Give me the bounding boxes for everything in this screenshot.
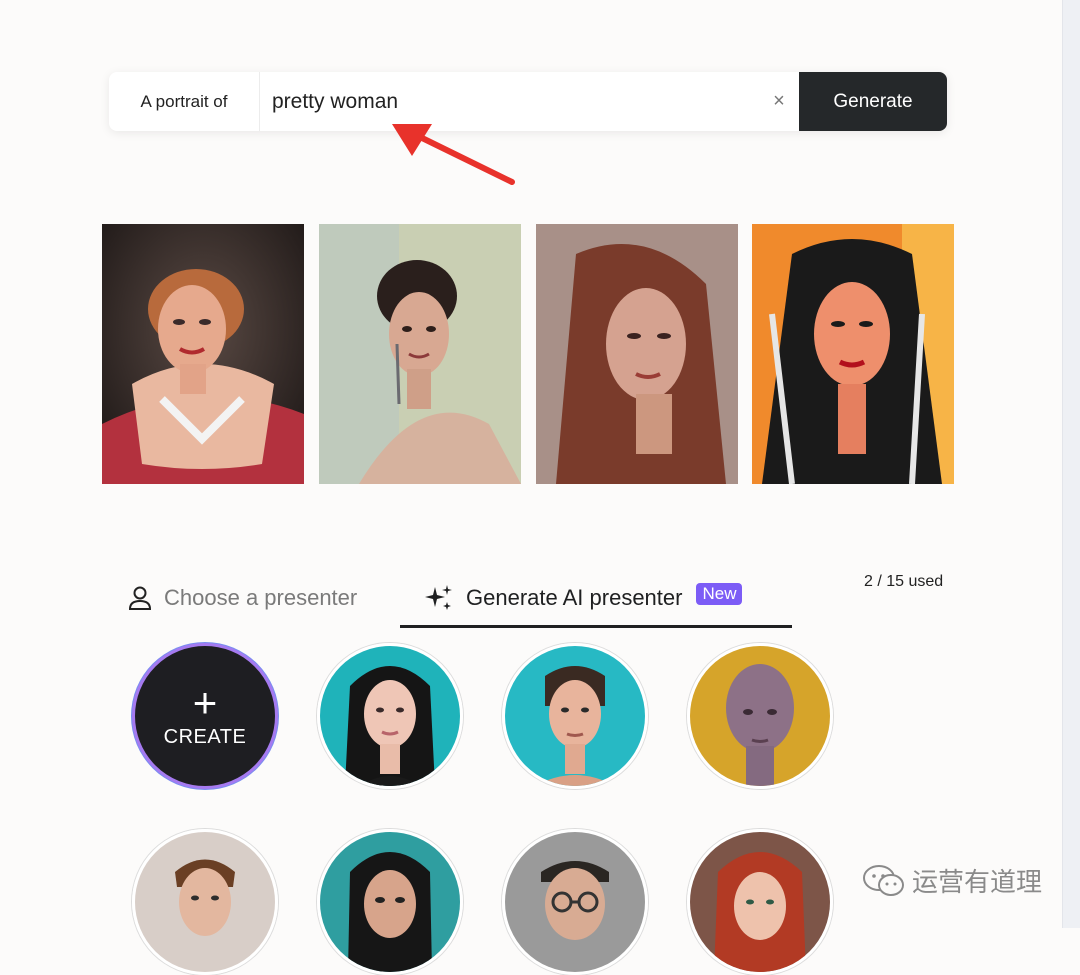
prompt-search-bar: A portrait of × Generate	[109, 72, 947, 131]
new-badge: New	[696, 583, 743, 605]
usage-count: 2 / 15 used	[864, 573, 944, 590]
presenter-avatar-4[interactable]	[132, 829, 278, 975]
tab-choose-presenter[interactable]: Choose a presenter	[128, 578, 357, 618]
prompt-prefix-label: A portrait of	[109, 72, 260, 131]
portrait-result-4[interactable]	[752, 224, 954, 484]
create-presenter-button[interactable]: + CREATE	[132, 643, 278, 789]
tab-generate-ai-presenter[interactable]: Generate AI presenter New	[424, 578, 743, 618]
wechat-watermark: 运营有道理	[862, 862, 1042, 899]
portrait-result-2[interactable]	[319, 224, 521, 484]
portrait-result-1[interactable]	[102, 224, 304, 484]
watermark-text: 运营有道理	[912, 867, 1043, 897]
active-tab-indicator	[400, 625, 792, 628]
clear-icon[interactable]: ×	[759, 72, 799, 131]
presenter-avatar-7[interactable]	[687, 829, 833, 975]
presenter-avatar-5[interactable]	[317, 829, 463, 975]
wechat-icon	[863, 864, 904, 896]
presenter-avatar-3[interactable]	[687, 643, 833, 789]
tab-choose-label: Choose a presenter	[164, 585, 358, 610]
plus-icon: +	[192, 678, 218, 726]
presenter-avatar-1[interactable]	[317, 643, 463, 789]
tab-generate-label: Generate AI presenter	[466, 585, 683, 610]
presenter-avatar-2[interactable]	[502, 643, 648, 789]
user-icon	[128, 586, 152, 610]
presenter-avatar-6[interactable]	[502, 829, 648, 975]
sparkle-icon	[425, 585, 452, 610]
prompt-input[interactable]	[260, 72, 759, 131]
right-side-panel	[1062, 0, 1080, 928]
portrait-result-3[interactable]	[536, 224, 738, 484]
generate-button[interactable]: Generate	[799, 72, 947, 131]
create-label: CREATE	[163, 725, 247, 748]
